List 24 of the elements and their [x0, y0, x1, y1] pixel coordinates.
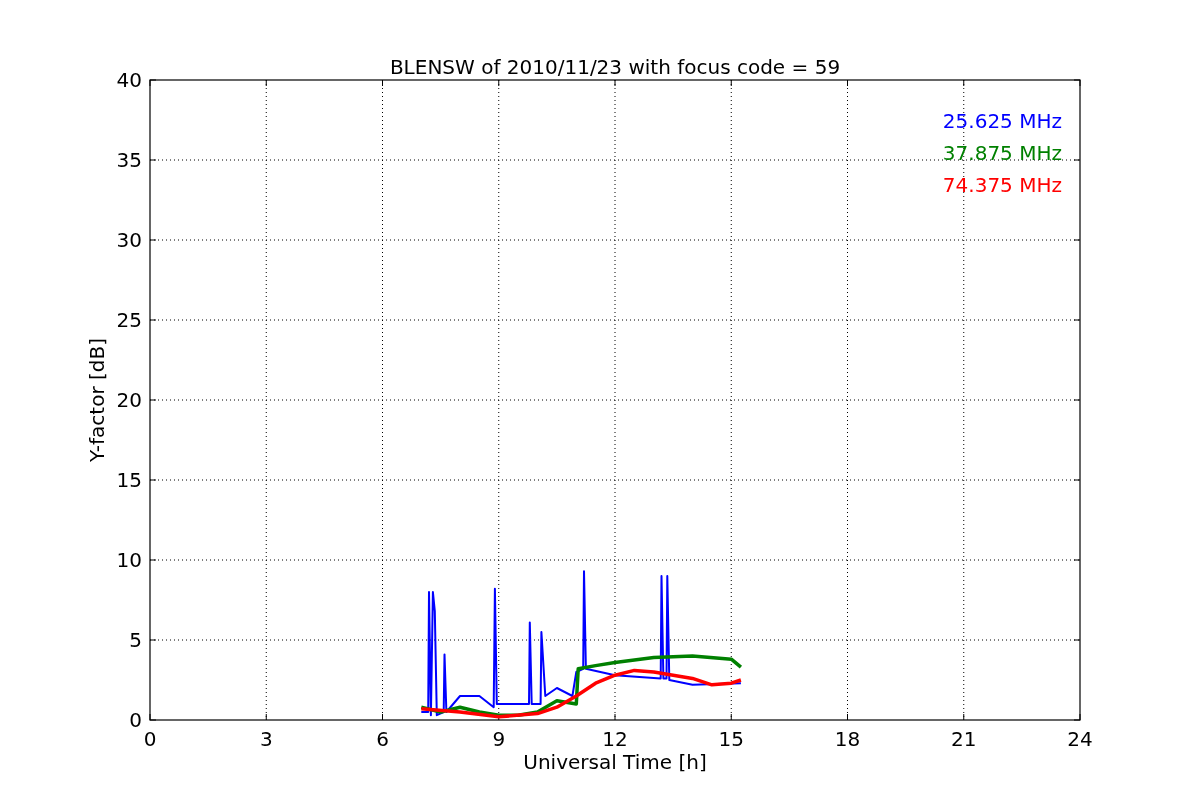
- legend-label: 74.375 MHz: [942, 173, 1062, 197]
- y-tick-label: 30: [116, 228, 142, 252]
- x-axis-label: Universal Time [h]: [523, 750, 707, 774]
- x-tick-label: 9: [492, 727, 506, 751]
- x-tick-label: 6: [376, 727, 389, 751]
- x-tick-label: 12: [602, 727, 628, 751]
- legend-label: 25.625 MHz: [942, 109, 1062, 133]
- x-tick-label: 15: [718, 727, 744, 751]
- y-tick-label: 25: [116, 308, 142, 332]
- x-tick-label: 0: [143, 727, 157, 751]
- y-tick-label: 10: [116, 548, 142, 572]
- y-tick-label: 35: [116, 148, 142, 172]
- x-tick-label: 24: [1067, 727, 1093, 751]
- y-tick-label: 40: [116, 68, 142, 92]
- x-tick-label: 21: [951, 727, 977, 751]
- y-tick-label: 0: [129, 708, 142, 732]
- y-tick-label: 20: [116, 388, 142, 412]
- y-tick-label: 5: [129, 628, 142, 652]
- x-tick-label: 18: [834, 727, 861, 751]
- legend-label: 37.875 MHz: [942, 141, 1062, 165]
- y-tick-label: 15: [116, 468, 142, 492]
- x-tick-label: 3: [259, 727, 273, 751]
- chart-title: BLENSW of 2010/11/23 with focus code = 59: [389, 55, 841, 79]
- y-axis-label: Y-factor [dB]: [85, 338, 109, 462]
